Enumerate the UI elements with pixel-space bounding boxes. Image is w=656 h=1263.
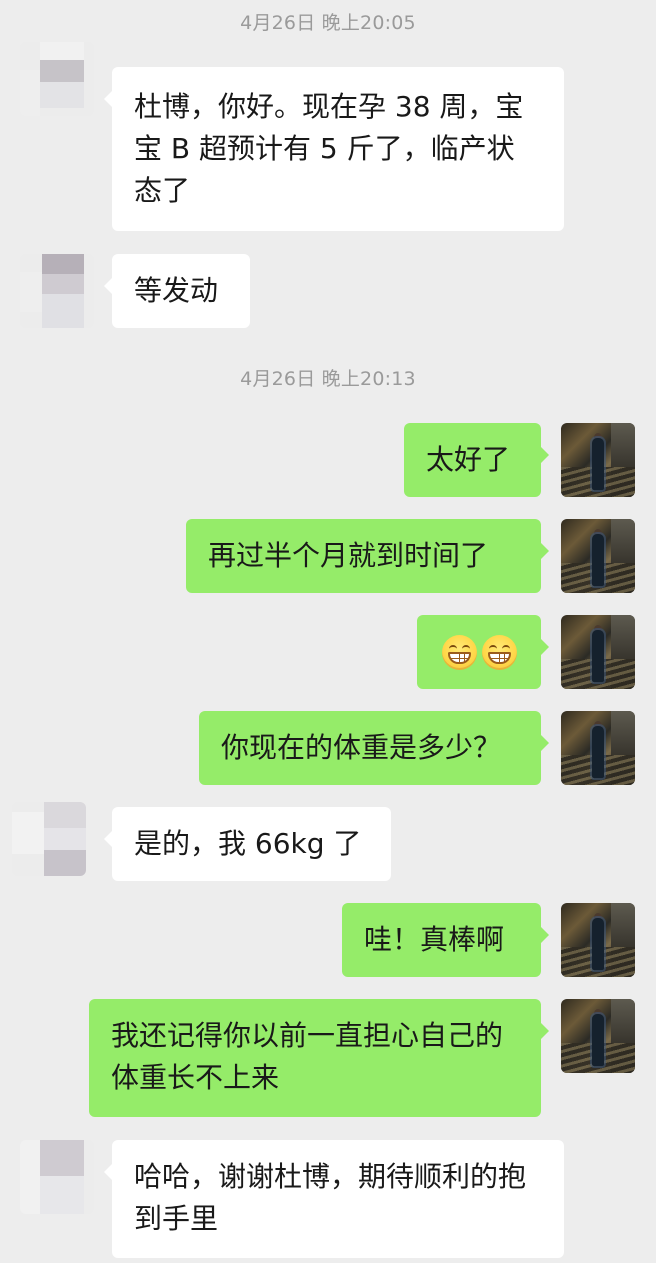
avatar-self[interactable] — [561, 711, 635, 785]
message-bubble-self[interactable]: 再过半个月就到时间了 — [186, 519, 549, 593]
message-text: 太好了 — [426, 443, 511, 476]
message-text: 哈哈，谢谢杜博，期待顺利的抱到手里 — [134, 1160, 527, 1235]
avatar-self[interactable] — [561, 903, 635, 977]
message-bubble-other[interactable]: 杜博，你好。现在孕 38 周，宝宝 B 超预计有 5 斤了，临产状态了 — [104, 67, 564, 231]
avatar-other[interactable] — [12, 802, 86, 876]
grinning-face-icon — [481, 634, 517, 670]
message-bubble-self[interactable]: 你现在的体重是多少？ — [199, 711, 549, 785]
avatar-other[interactable] — [20, 42, 94, 116]
message-bubble-other[interactable]: 是的，我 66kg 了 — [104, 807, 391, 881]
avatar-self[interactable] — [561, 615, 635, 689]
message-text: 你现在的体重是多少？ — [221, 731, 502, 764]
avatar-self[interactable] — [561, 519, 635, 593]
message-text: 等发动 — [134, 274, 219, 307]
avatar-self[interactable] — [561, 423, 635, 497]
avatar-self[interactable] — [561, 999, 635, 1073]
avatar-other[interactable] — [20, 254, 94, 328]
message-text: 杜博，你好。现在孕 38 周，宝宝 B 超预计有 5 斤了，临产状态了 — [134, 90, 524, 207]
message-text: 是的，我 66kg 了 — [134, 827, 362, 860]
grinning-face-icon — [441, 634, 477, 670]
message-bubble-self[interactable]: 太好了 — [404, 423, 549, 497]
avatar-other[interactable] — [20, 1140, 94, 1214]
message-bubble-self[interactable]: 哇！真棒啊 — [342, 903, 549, 977]
message-text: 再过半个月就到时间了 — [208, 539, 489, 572]
message-text: 我还记得你以前一直担心自己的体重长不上来 — [111, 1019, 504, 1094]
chat-window: 4月26日 晚上20:05 杜博，你好。现在孕 38 周，宝宝 B 超预计有 5… — [0, 0, 656, 1263]
timestamp: 4月26日 晚上20:13 — [240, 368, 416, 390]
message-bubble-self[interactable] — [417, 615, 549, 689]
message-text: 哇！真棒啊 — [364, 923, 505, 956]
timestamp: 4月26日 晚上20:05 — [240, 12, 416, 34]
message-bubble-other[interactable]: 哈哈，谢谢杜博，期待顺利的抱到手里 — [104, 1140, 564, 1258]
message-bubble-other[interactable]: 等发动 — [104, 254, 250, 328]
message-bubble-self[interactable]: 我还记得你以前一直担心自己的体重长不上来 — [89, 999, 549, 1117]
